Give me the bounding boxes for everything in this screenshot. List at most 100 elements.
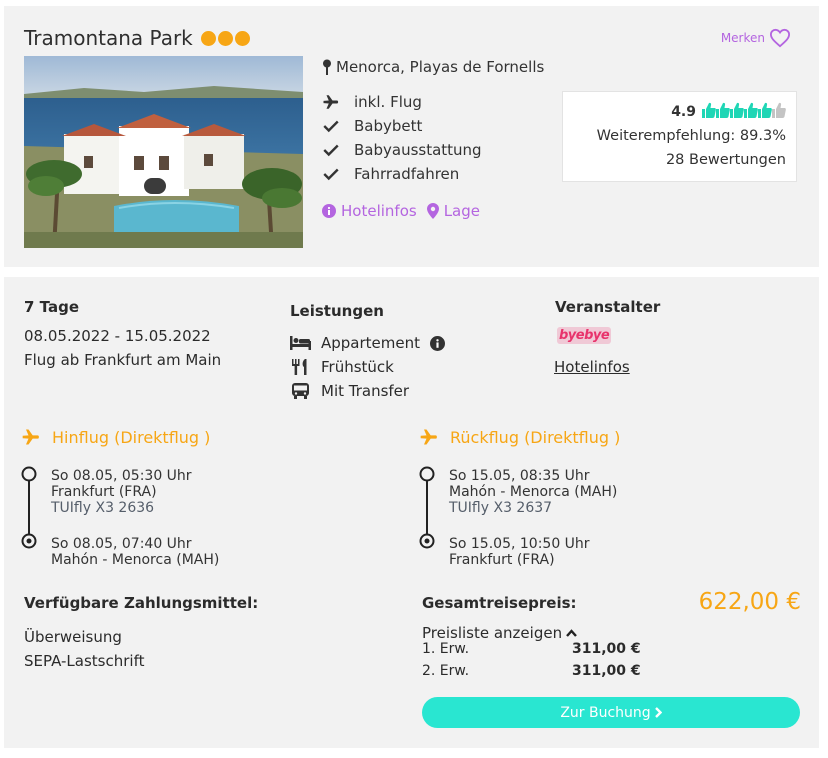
return-dep-time: So 15.05, 08:35 Uhr bbox=[449, 468, 590, 484]
feature-item: Babyausstattung bbox=[322, 141, 482, 159]
outbound-arr-time: So 08.05, 07:40 Uhr bbox=[51, 536, 192, 552]
return-heading: Rückflug (Direktflug ) bbox=[418, 427, 620, 447]
return-arr-airport: Frankfurt (FRA) bbox=[449, 552, 555, 568]
outbound-arr-airport: Mahón - Menorca (MAH) bbox=[51, 552, 220, 568]
feature-label: inkl. Flug bbox=[354, 93, 422, 111]
feature-item: Fahrradfahren bbox=[322, 165, 459, 183]
star-dot-icon bbox=[235, 31, 251, 46]
payment-method: Überweisung bbox=[24, 628, 122, 646]
check-icon bbox=[323, 120, 339, 133]
byebye-logo: byebye bbox=[557, 327, 612, 344]
star-dot-icon bbox=[218, 31, 234, 46]
outbound-dep-airport: Frankfurt (FRA) bbox=[51, 484, 157, 500]
thumb-up-icon bbox=[744, 102, 758, 118]
hotel-card: Tramontana Park Merken Menorca, Playas d… bbox=[4, 6, 819, 267]
hotel-location: Menorca, Playas de Fornells bbox=[322, 58, 544, 76]
outbound-heading: Hinflug (Direktflug ) bbox=[20, 427, 210, 447]
map-pin-icon bbox=[426, 203, 439, 219]
return-departure: So 15.05, 08:35 Uhr Mahón - Menorca (MAH… bbox=[449, 468, 617, 516]
hotel-photo-image bbox=[24, 56, 303, 248]
price-line-amount: 311,00 € bbox=[572, 641, 641, 657]
lage-label: Lage bbox=[443, 202, 480, 220]
price-line-label: 2. Erw. bbox=[422, 663, 470, 679]
feature-item: inkl. Flug bbox=[322, 93, 422, 111]
thumb-up-icon bbox=[758, 102, 772, 118]
hotelinfos-label: Hotelinfos bbox=[341, 202, 417, 220]
merken-button[interactable]: Merken bbox=[721, 28, 791, 48]
thumb-up-icon bbox=[716, 102, 730, 118]
price-line-amount: 311,00 € bbox=[572, 663, 641, 679]
lage-link[interactable]: Lage bbox=[426, 202, 480, 220]
return-arrival: So 15.05, 10:50 Uhr Frankfurt (FRA) bbox=[449, 536, 590, 568]
hotel-name[interactable]: Tramontana Park bbox=[24, 26, 193, 50]
duration: 7 Tage bbox=[24, 298, 79, 316]
book-button-label: Zur Buchung bbox=[560, 704, 651, 721]
bus-icon bbox=[292, 383, 309, 399]
info-icon bbox=[322, 204, 336, 218]
thumb-up-empty-icon bbox=[772, 102, 786, 118]
hotel-links: Hotelinfos Lage bbox=[322, 202, 480, 220]
operator-logo: byebye bbox=[557, 324, 612, 344]
service-item: Frühstück bbox=[290, 358, 394, 376]
price-list-toggle[interactable]: Preisliste anzeigen bbox=[422, 624, 577, 642]
return-heading-label: Rückflug (Direktflug ) bbox=[450, 427, 621, 447]
operator-heading: Veranstalter bbox=[555, 298, 661, 316]
feature-label: Fahrradfahren bbox=[354, 165, 460, 183]
feature-label: Babyausstattung bbox=[354, 141, 482, 159]
payment-heading: Verfügbare Zahlungsmittel: bbox=[24, 594, 259, 612]
plane-icon bbox=[22, 429, 39, 445]
thumbs-rating bbox=[702, 102, 786, 122]
book-button[interactable]: Zur Buchung bbox=[422, 697, 800, 728]
payment-method: SEPA-Lastschrift bbox=[24, 652, 145, 670]
cutlery-icon bbox=[292, 359, 307, 375]
outbound-arrival: So 08.05, 07:40 Uhr Mahón - Menorca (MAH… bbox=[51, 536, 219, 568]
feature-label: Babybett bbox=[354, 117, 423, 135]
hotel-title: Tramontana Park bbox=[24, 26, 252, 51]
outbound-heading-label: Hinflug (Direktflug ) bbox=[52, 427, 211, 447]
rating-score: 4.9 bbox=[671, 104, 696, 120]
location-text: Menorca, Playas de Fornells bbox=[336, 58, 545, 76]
return-timeline bbox=[419, 466, 435, 549]
info-icon[interactable] bbox=[430, 335, 446, 351]
hotelinfos-link[interactable]: Hotelinfos bbox=[322, 202, 417, 220]
hotel-photo[interactable] bbox=[24, 56, 303, 248]
chevron-right-icon bbox=[654, 707, 662, 718]
star-dot-icon bbox=[201, 31, 217, 46]
check-icon bbox=[323, 168, 339, 181]
recommendation-rate: Weiterempfehlung: 89.3% bbox=[596, 128, 786, 144]
review-count: 28 Bewertungen bbox=[665, 152, 786, 168]
service-label: Mit Transfer bbox=[321, 382, 410, 400]
operator-hotelinfos-link[interactable]: Hotelinfos bbox=[554, 358, 630, 376]
return-flight-number: TUIfly X3 2637 bbox=[449, 500, 553, 516]
return-dep-airport: Mahón - Menorca (MAH) bbox=[449, 484, 618, 500]
thumb-up-icon bbox=[702, 102, 716, 118]
feature-item: Babybett bbox=[322, 117, 422, 135]
rating-score-row: 4.9 bbox=[671, 102, 786, 122]
offer-card: 7 Tage 08.05.2022 - 15.05.2022 Flug ab F… bbox=[4, 277, 819, 748]
total-price: 622,00 € bbox=[698, 589, 801, 615]
star-rating bbox=[201, 27, 252, 51]
departure-airport: Flug ab Frankfurt am Main bbox=[24, 351, 222, 369]
service-item: Mit Transfer bbox=[290, 382, 409, 400]
rating-box[interactable]: 4.9 Weiterempfehlung: 89.3% 28 Bewertung… bbox=[562, 91, 797, 182]
service-label: Appartement bbox=[321, 334, 421, 352]
outbound-flight-number: TUIfly X3 2636 bbox=[51, 500, 155, 516]
outbound-timeline bbox=[21, 466, 37, 549]
travel-dates: 08.05.2022 - 15.05.2022 bbox=[24, 327, 211, 345]
chevron-up-icon bbox=[566, 629, 577, 637]
check-icon bbox=[323, 144, 339, 157]
bed-icon bbox=[290, 336, 311, 350]
outbound-departure: So 08.05, 05:30 Uhr Frankfurt (FRA) TUIf… bbox=[51, 468, 192, 516]
service-label: Frühstück bbox=[321, 358, 394, 376]
merken-label: Merken bbox=[720, 31, 765, 45]
price-list-toggle-label: Preisliste anzeigen bbox=[422, 624, 563, 642]
plane-icon bbox=[323, 95, 339, 109]
plane-icon bbox=[420, 429, 437, 445]
return-arr-time: So 15.05, 10:50 Uhr bbox=[449, 536, 590, 552]
price-line-label: 1. Erw. bbox=[422, 641, 470, 657]
total-price-heading: Gesamtreisepreis: bbox=[422, 594, 577, 612]
thumb-up-icon bbox=[730, 102, 744, 118]
service-item: Appartement bbox=[290, 334, 446, 352]
heart-icon bbox=[769, 28, 791, 48]
outbound-dep-time: So 08.05, 05:30 Uhr bbox=[51, 468, 192, 484]
